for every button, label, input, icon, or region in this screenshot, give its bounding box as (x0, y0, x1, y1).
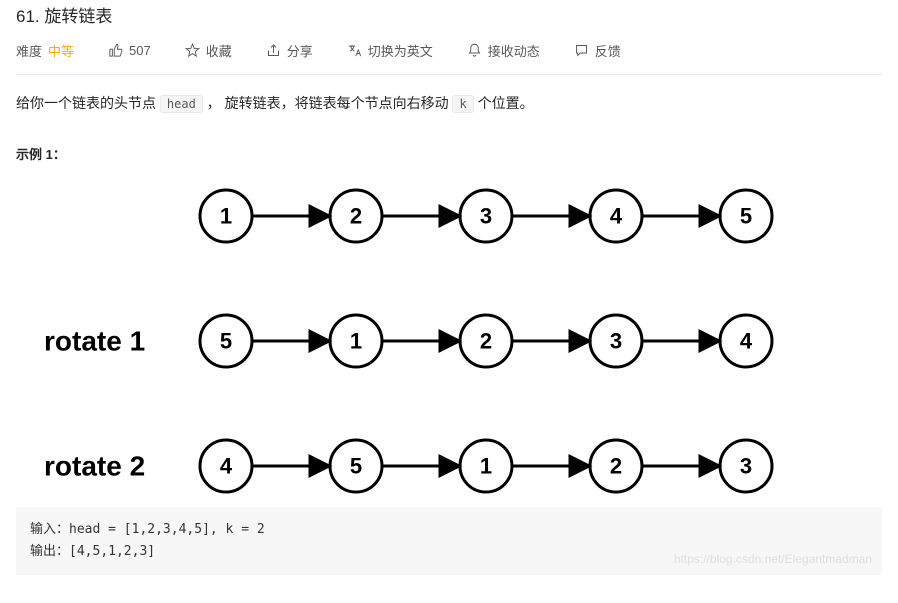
example-diagram: 1 2 3 4 5 rotate 1 5 1 2 3 (16, 171, 882, 501)
problem-title: 61. 旋转链表 (16, 2, 882, 27)
difficulty: 难度 中等 (16, 41, 74, 60)
share-label: 分享 (287, 41, 313, 60)
node-value: 3 (740, 454, 752, 479)
favorite-label: 收藏 (206, 41, 232, 60)
star-icon (185, 43, 200, 58)
node-value: 5 (220, 329, 232, 354)
input-value: head = [1,2,3,4,5], k = 2 (69, 522, 265, 537)
rotate-label-1: rotate 1 (44, 326, 145, 357)
feedback-label: 反馈 (595, 41, 621, 60)
output-label: 输出： (30, 544, 69, 559)
desc-text-1: 给你一个链表的头节点 (16, 95, 160, 111)
feedback-icon (574, 43, 589, 58)
difficulty-value: 中等 (48, 41, 74, 60)
node-value: 4 (220, 454, 233, 479)
like-button[interactable]: 507 (108, 43, 151, 58)
output-value: [4,5,1,2,3] (69, 544, 155, 559)
node-value: 3 (610, 329, 622, 354)
node-value: 5 (740, 204, 752, 229)
subscribe-label: 接收动态 (488, 41, 540, 60)
share-button[interactable]: 分享 (266, 41, 313, 60)
desc-text-3: 个位置。 (474, 95, 534, 111)
desc-text-2: ， 旋转链表，将链表每个节点向右移动 (203, 95, 453, 111)
subscribe-button[interactable]: 接收动态 (467, 41, 540, 60)
thumbs-up-icon (108, 43, 123, 58)
share-icon (266, 43, 281, 58)
translate-icon (347, 43, 362, 58)
node-value: 4 (610, 204, 623, 229)
node-value: 1 (350, 329, 362, 354)
node-value: 5 (350, 454, 362, 479)
node-value: 4 (740, 329, 753, 354)
diagram-row-3: rotate 2 4 5 1 2 3 (44, 440, 772, 492)
switch-language-button[interactable]: 切换为英文 (347, 41, 433, 60)
switch-language-label: 切换为英文 (368, 41, 433, 60)
feedback-button[interactable]: 反馈 (574, 41, 621, 60)
watermark: https://blog.csdn.net/Elegantmadman (674, 549, 872, 569)
node-value: 2 (480, 329, 492, 354)
diagram-row-2: rotate 1 5 1 2 3 4 (44, 315, 772, 367)
diagram-row-1: 1 2 3 4 5 (200, 190, 772, 242)
node-value: 1 (480, 454, 492, 479)
rotate-label-2: rotate 2 (44, 451, 145, 482)
example-title: 示例 1： (16, 144, 882, 163)
desc-code-k: k (452, 95, 473, 113)
favorite-button[interactable]: 收藏 (185, 41, 232, 60)
node-value: 2 (350, 204, 362, 229)
bell-icon (467, 43, 482, 58)
input-label: 输入： (30, 522, 69, 537)
example-io-block: 输入：head = [1,2,3,4,5], k = 2 输出：[4,5,1,2… (16, 507, 882, 575)
like-count: 507 (129, 43, 151, 58)
difficulty-label: 难度 (16, 41, 42, 60)
node-value: 2 (610, 454, 622, 479)
problem-description: 给你一个链表的头节点 head ， 旋转链表，将链表每个节点向右移动 k 个位置… (16, 91, 882, 116)
node-value: 1 (220, 204, 232, 229)
meta-bar: 难度 中等 507 收藏 分享 切换为英文 接收动态 反馈 (16, 41, 882, 75)
desc-code-head: head (160, 95, 203, 113)
node-value: 3 (480, 204, 492, 229)
